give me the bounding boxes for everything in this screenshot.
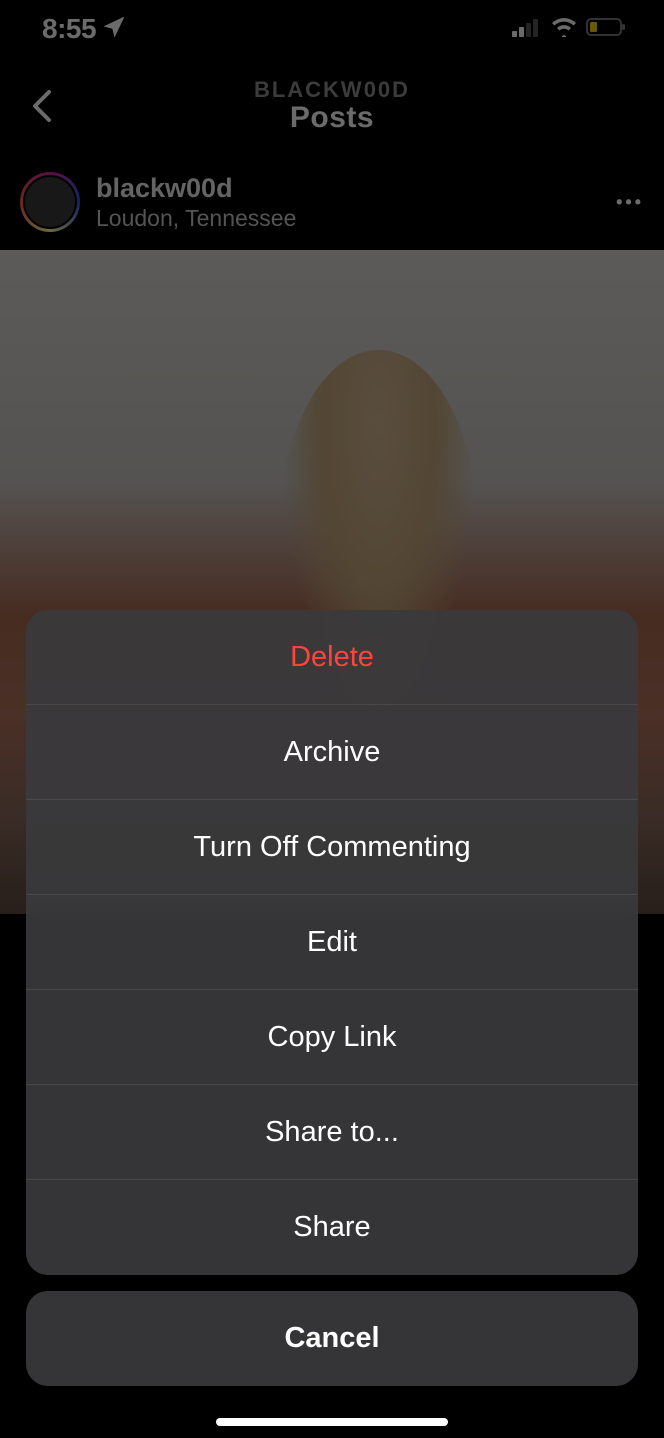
back-button[interactable] [20,84,64,128]
action-archive[interactable]: Archive [26,705,638,800]
wifi-icon [550,17,578,42]
nav-title: Posts [0,101,664,135]
post-username[interactable]: blackw00d [96,173,600,204]
status-time: 8:55 [42,13,96,45]
action-delete[interactable]: Delete [26,610,638,705]
nav-subtitle: BLACKW00D [0,77,664,103]
action-cancel[interactable]: Cancel [26,1291,638,1386]
nav-header: BLACKW00D Posts [0,58,664,154]
cellular-signal-icon [512,17,542,42]
status-bar: 8:55 [0,0,664,58]
action-edit[interactable]: Edit [26,895,638,990]
action-sheet-options: Delete Archive Turn Off Commenting Edit … [26,610,638,1275]
action-turn-off-commenting[interactable]: Turn Off Commenting [26,800,638,895]
chevron-left-icon [31,88,53,124]
location-icon [104,17,124,42]
post-location[interactable]: Loudon, Tennessee [96,205,600,232]
more-options-button[interactable]: ••• [616,192,644,213]
post-header: blackw00d Loudon, Tennessee ••• [0,154,664,250]
action-share-to[interactable]: Share to... [26,1085,638,1180]
action-share[interactable]: Share [26,1180,638,1275]
action-sheet: Delete Archive Turn Off Commenting Edit … [0,610,664,1438]
battery-icon [586,17,628,42]
avatar[interactable] [20,172,80,232]
home-indicator[interactable] [216,1418,448,1426]
action-copy-link[interactable]: Copy Link [26,990,638,1085]
